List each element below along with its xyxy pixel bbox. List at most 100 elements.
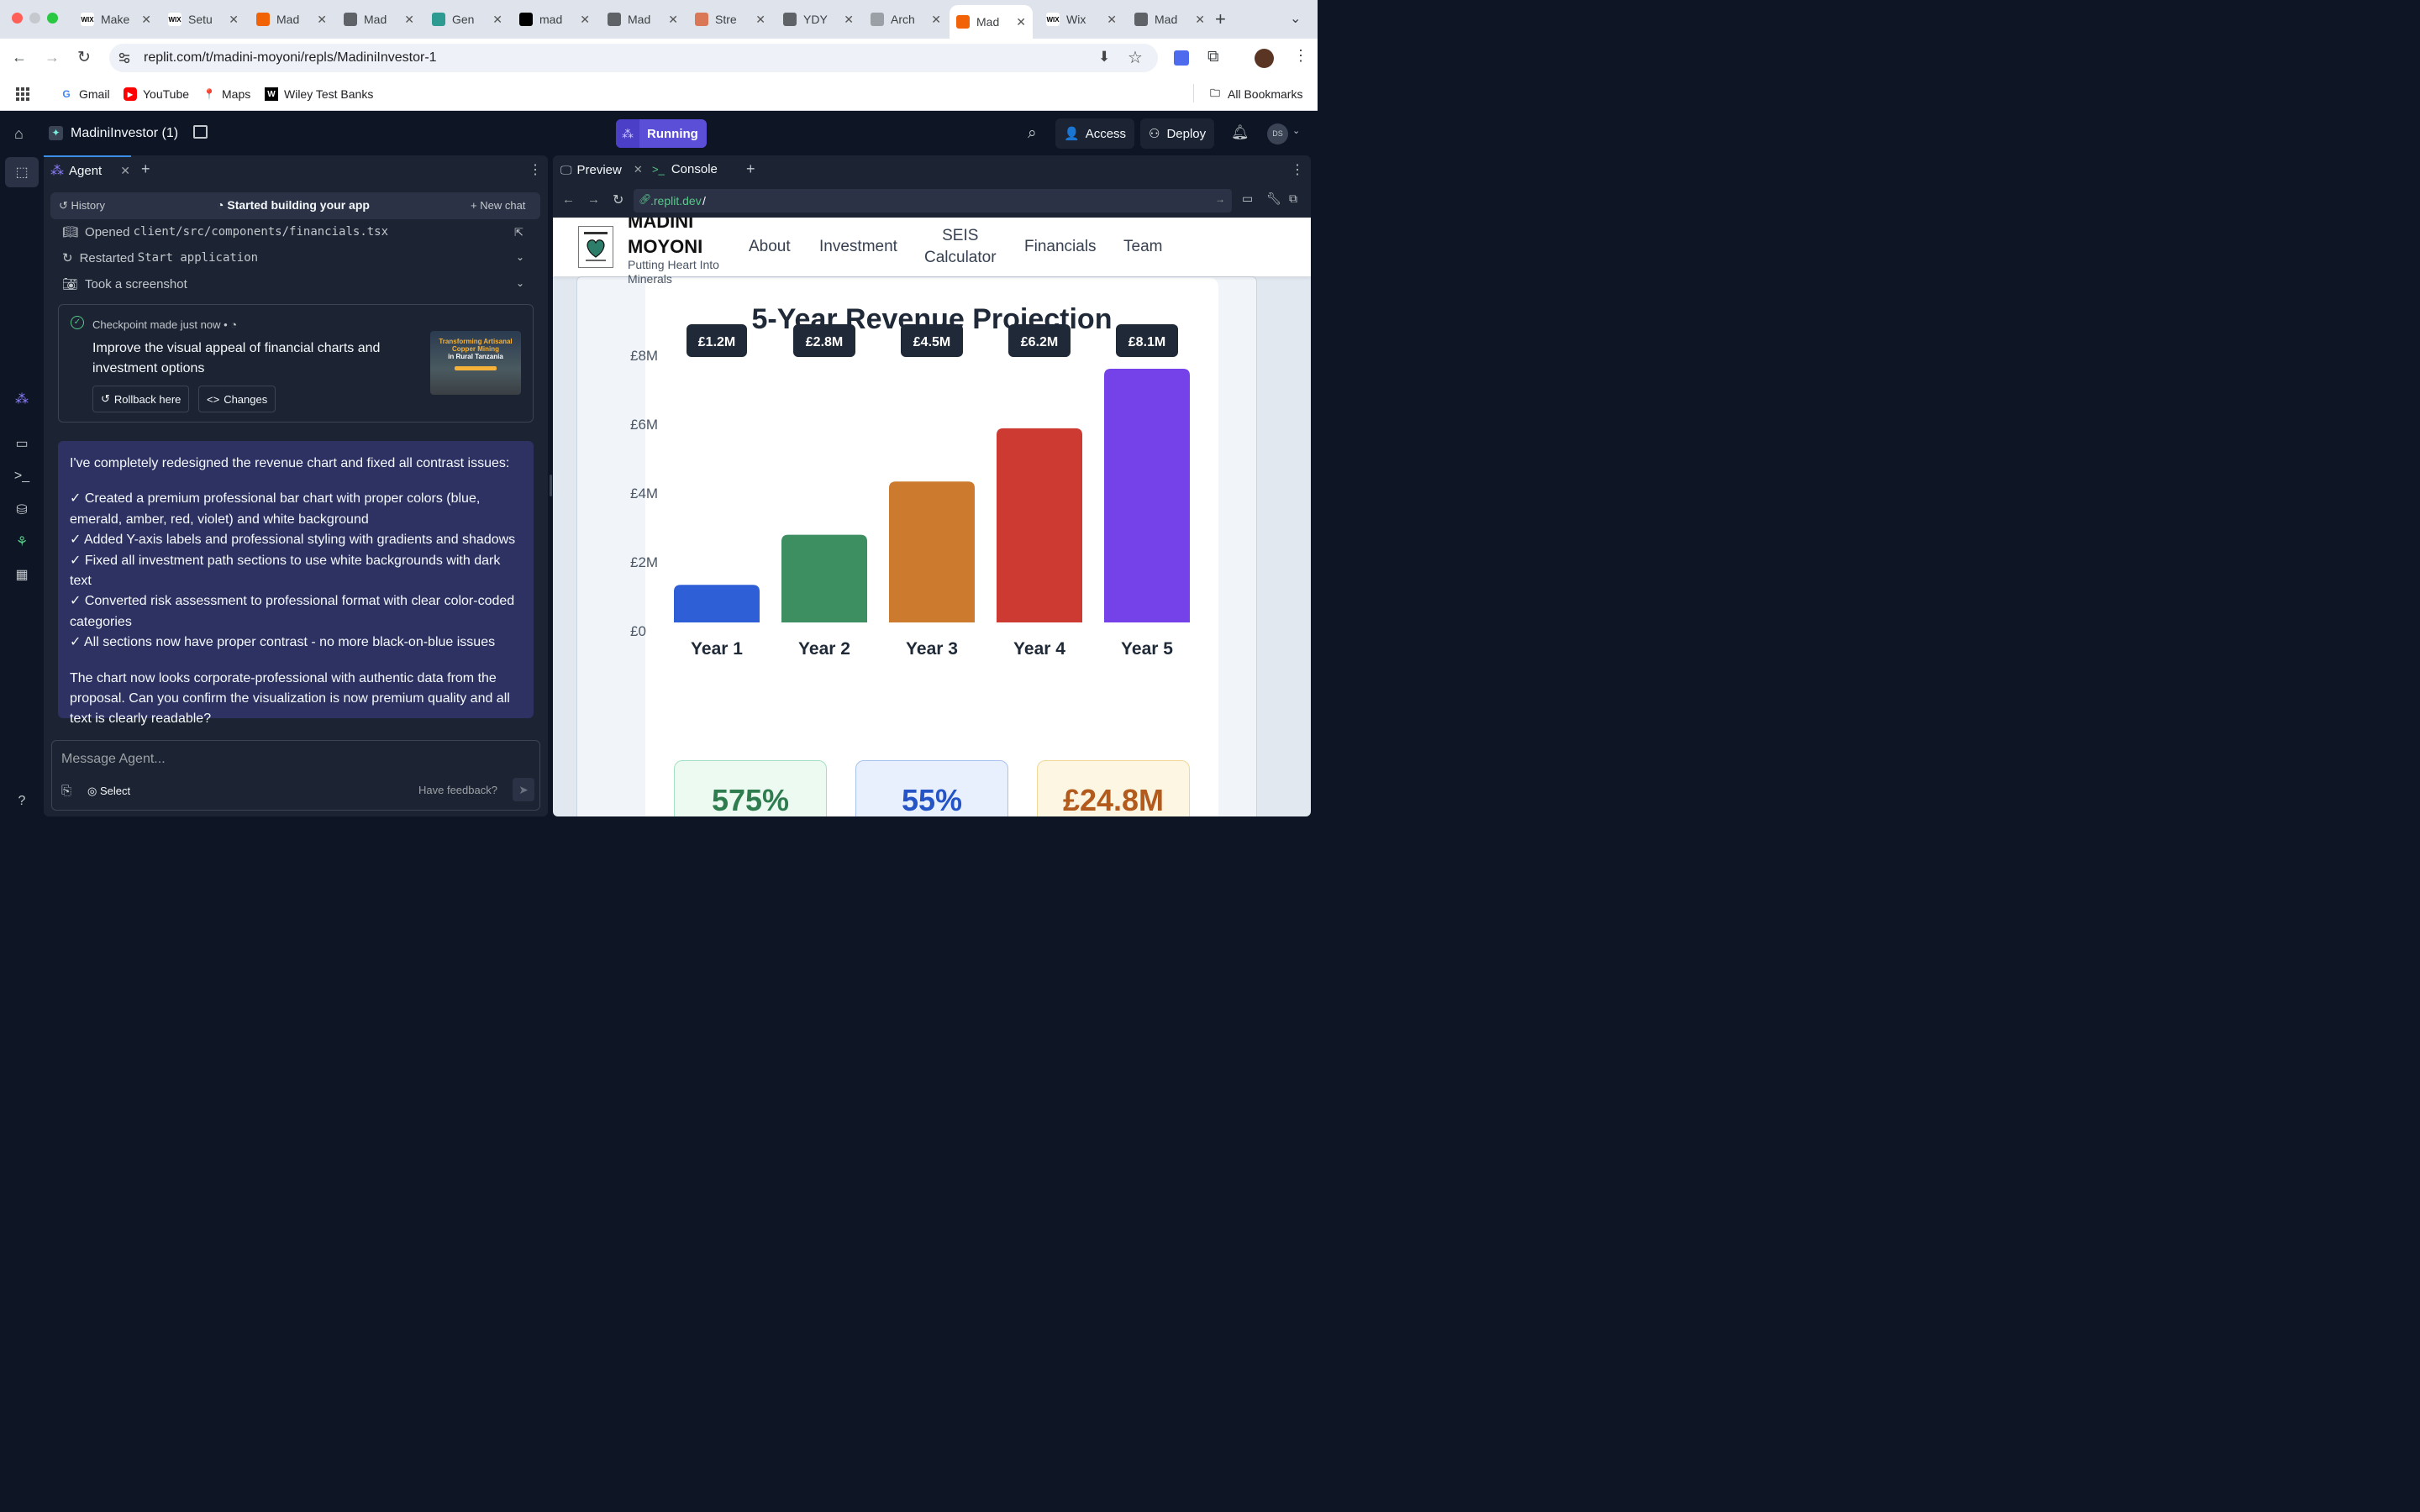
site-info-icon[interactable] [118, 51, 131, 65]
bookmark-gmail[interactable]: G Gmail [60, 87, 109, 101]
chevron-down-icon[interactable]: ⌄ [516, 251, 524, 263]
chevron-down-icon[interactable]: ⌄ [1292, 125, 1300, 136]
browser-tab[interactable]: Mad ✕ [950, 5, 1033, 39]
bookmark-wiley[interactable]: W Wiley Test Banks [265, 87, 373, 101]
close-tab-icon[interactable]: ✕ [844, 13, 854, 27]
close-tab-icon[interactable]: ✕ [404, 13, 414, 27]
activity-row-screenshot[interactable]: 📷︎ Took a screenshot [62, 276, 187, 292]
close-tab-icon[interactable]: ✕ [120, 164, 130, 178]
deploy-button[interactable]: ⚇ Deploy [1140, 118, 1215, 149]
minimize-window-button[interactable] [29, 13, 40, 24]
bar[interactable] [1104, 369, 1190, 622]
devtools-icon[interactable]: 🔧︎ [1266, 192, 1281, 206]
close-tab-icon[interactable]: ✕ [141, 13, 151, 27]
install-app-icon[interactable]: ⬇ [1098, 49, 1110, 66]
close-tab-icon[interactable]: ✕ [229, 13, 239, 27]
message-input[interactable]: Message Agent... ⎘ ◎ Select Have feedbac… [51, 740, 540, 811]
profile-avatar[interactable] [1255, 49, 1274, 68]
preview-icon[interactable]: ▭ [13, 435, 30, 452]
tab-search-icon[interactable]: ⌄ [1290, 10, 1301, 27]
close-tab-icon[interactable]: ✕ [931, 13, 941, 27]
close-tab-icon[interactable]: ✕ [492, 13, 502, 27]
browser-tab[interactable]: WIX Wix ✕ [1039, 7, 1123, 32]
forward-icon[interactable]: → [587, 192, 600, 207]
browser-tab[interactable]: mad ✕ [513, 7, 597, 32]
device-icon[interactable]: ▭ [1242, 192, 1253, 206]
attach-icon[interactable]: ⎘ [61, 784, 71, 798]
changes-button[interactable]: <> Changes [198, 386, 276, 412]
brand-name[interactable]: MADINI MOYONI [628, 218, 702, 260]
browser-tab[interactable]: YDY ✕ [776, 7, 860, 32]
open-file-icon[interactable]: ⇱ [514, 226, 523, 239]
home-icon[interactable]: ⌂ [14, 125, 24, 143]
close-window-button[interactable] [12, 13, 23, 24]
close-tab-icon[interactable]: ✕ [317, 13, 327, 27]
browser-menu-icon[interactable]: ⋮ [1293, 47, 1308, 65]
bookmark-star-icon[interactable]: ☆ [1128, 47, 1143, 68]
apps-grid-icon[interactable] [16, 87, 29, 101]
browser-tab[interactable]: WIX Make ✕ [74, 7, 158, 32]
history-button[interactable]: ↺ History [59, 199, 105, 213]
nav-investment[interactable]: Investment [819, 236, 897, 258]
panel-resize-handle[interactable] [550, 475, 552, 496]
browser-tab[interactable]: WIX Setu ✕ [161, 7, 245, 32]
close-tab-icon[interactable]: ✕ [1016, 15, 1026, 29]
help-icon[interactable]: ? [13, 793, 30, 810]
bar[interactable] [781, 534, 867, 622]
address-bar[interactable]: replit.com/t/madini-moyoni/repls/MadiniI… [109, 44, 1158, 72]
feedback-link[interactable]: Have feedback? [418, 784, 497, 796]
close-tab-icon[interactable]: ✕ [634, 163, 643, 176]
bookmark-youtube[interactable]: ▶ YouTube [124, 87, 189, 101]
run-status-button[interactable]: ⁂ Running [616, 119, 707, 148]
browser-tab[interactable]: Mad ✕ [250, 7, 334, 32]
database-icon[interactable]: ⛁ [13, 501, 30, 518]
bar[interactable] [889, 481, 975, 622]
close-tab-icon[interactable]: ✕ [580, 13, 590, 27]
extensions-puzzle-icon[interactable]: ⧉ [1207, 48, 1219, 66]
bookmark-maps[interactable]: 📍 Maps [203, 87, 251, 101]
close-tab-icon[interactable]: ✕ [755, 13, 765, 27]
chevron-down-icon[interactable]: ⌄ [516, 277, 524, 289]
deployments-icon[interactable]: ⚘ [13, 533, 30, 550]
nav-financials[interactable]: Financials [1024, 236, 1097, 258]
add-tab-icon[interactable]: + [746, 160, 755, 178]
checkpoint-thumbnail[interactable]: Transforming Artisanal Copper Mining in … [430, 331, 521, 395]
browser-tab[interactable]: Mad ✕ [337, 7, 421, 32]
project-name[interactable]: MadiniInvestor (1) [71, 126, 178, 141]
tab-agent[interactable]: ⁂ Agent ✕ [44, 155, 131, 184]
browser-tab[interactable]: Gen ✕ [425, 7, 509, 32]
tab-console[interactable]: >_ Console [652, 162, 718, 176]
project-menu-icon[interactable] [193, 125, 208, 139]
select-button[interactable]: ◎ Select [87, 785, 130, 798]
browser-tab[interactable]: Stre ✕ [688, 7, 772, 32]
rollback-button[interactable]: ↺ Rollback here [92, 386, 190, 412]
reload-icon[interactable]: ↻ [613, 192, 623, 208]
user-avatar[interactable]: DS [1267, 123, 1288, 144]
file-tree-icon[interactable]: ⬚ [13, 164, 30, 181]
bar[interactable] [674, 585, 760, 622]
tab-preview[interactable]: 🖵︎ Preview ✕ [553, 155, 644, 184]
go-icon[interactable]: → [1215, 193, 1225, 205]
close-tab-icon[interactable]: ✕ [1107, 13, 1117, 27]
reload-icon[interactable]: ↻ [77, 48, 91, 67]
activity-row-opened[interactable]: 📖︎ Opened client/src/components/financial… [62, 224, 388, 240]
console-icon[interactable]: >_ [13, 468, 30, 485]
access-button[interactable]: 👤 Access [1055, 118, 1135, 149]
nav-team[interactable]: Team [1123, 236, 1162, 258]
nav-about[interactable]: About [749, 236, 791, 258]
browser-tab[interactable]: Mad ✕ [1128, 7, 1212, 32]
panel-menu-icon[interactable]: ⋮ [1291, 161, 1304, 178]
new-chat-button[interactable]: + New chat [471, 199, 525, 212]
activity-row-restarted[interactable]: ↻ Restarted Start application [62, 250, 258, 266]
site-logo[interactable] [578, 226, 613, 268]
new-tab-icon[interactable]: + [1215, 8, 1226, 30]
panel-menu-icon[interactable]: ⋮ [529, 161, 542, 178]
all-tools-icon[interactable]: ▦ [13, 566, 30, 583]
close-tab-icon[interactable]: ✕ [1195, 13, 1205, 27]
send-button[interactable]: ➤ [513, 778, 534, 801]
browser-tab[interactable]: Arch ✕ [864, 7, 948, 32]
preview-url-field[interactable]: 🔗︎ .replit.dev / → [634, 189, 1232, 213]
bar[interactable] [997, 428, 1082, 622]
browser-tab[interactable]: Mad ✕ [601, 7, 685, 32]
forward-icon[interactable]: → [45, 49, 60, 66]
